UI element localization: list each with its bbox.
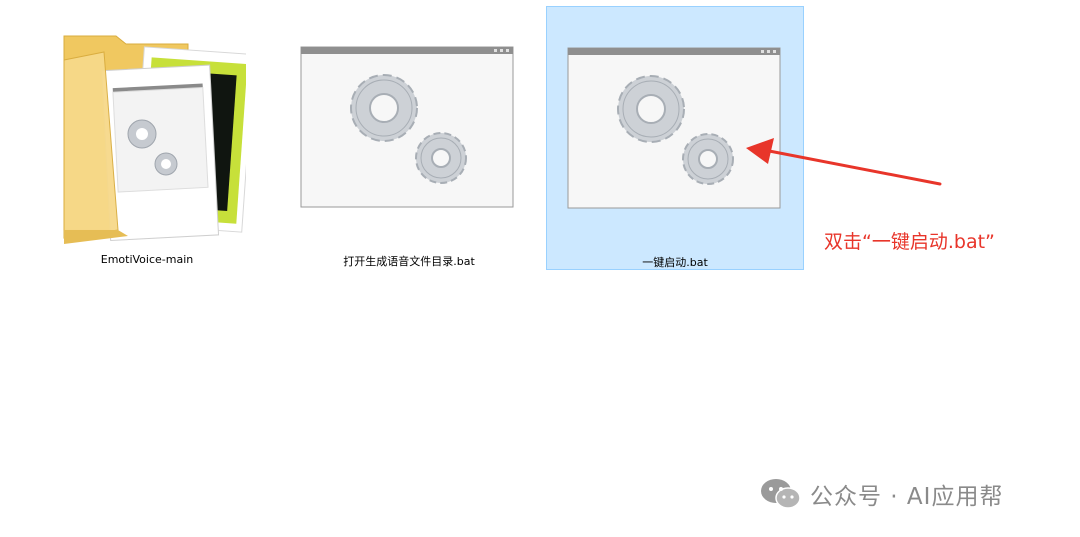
wechat-icon: [761, 479, 801, 509]
annotation-text: 双击“一键启动.bat”: [824, 231, 995, 253]
file-label: EmotiVoice-main: [100, 253, 194, 266]
gear-large-icon: [617, 75, 685, 143]
folder-icon: [63, 35, 246, 244]
watermark: 公众号 · AI应用帮: [760, 476, 1003, 512]
watermark-text: 公众号 · AI应用帮: [810, 484, 1004, 510]
file-label: 打开生成语音文件目录.bat: [343, 255, 475, 268]
file-item-open-output-dir-bat[interactable]: 打开生成语音文件目录.bat: [280, 6, 538, 270]
batch-file-icon: [300, 46, 514, 208]
gear-large-icon: [350, 74, 418, 142]
file-item-emotivoice-main[interactable]: EmotiVoice-main: [18, 6, 276, 270]
file-label: 一键启动.bat: [642, 256, 708, 269]
gear-small-icon: [415, 132, 467, 184]
red-arrow-icon: [746, 138, 942, 186]
gear-small-icon: [682, 133, 734, 185]
